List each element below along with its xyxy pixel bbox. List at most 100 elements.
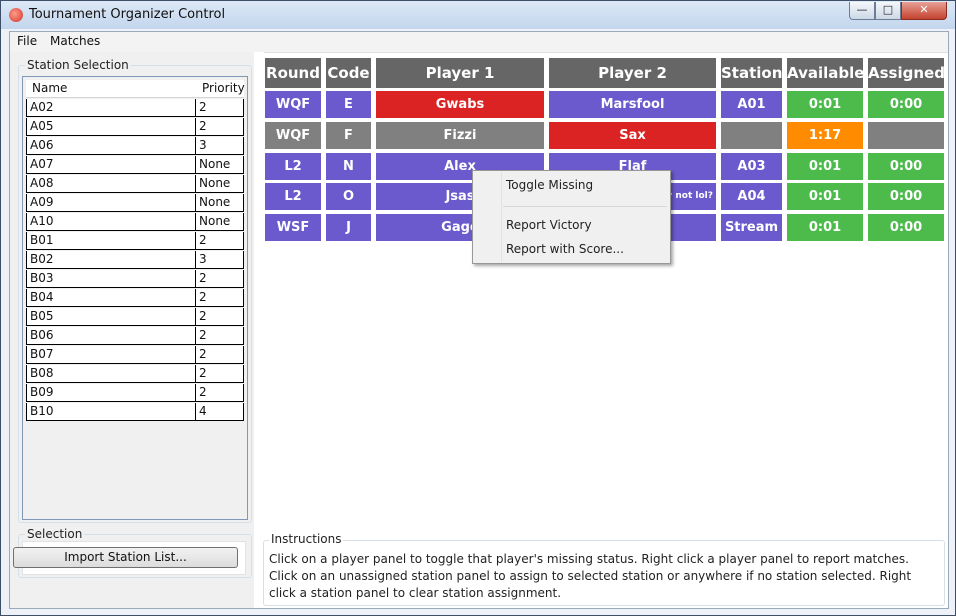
context-menu-separator (503, 206, 667, 207)
station-row[interactable]: B03 2 (26, 270, 244, 288)
player2-panel[interactable]: Marsfool (549, 91, 716, 118)
header-round: Round (265, 58, 321, 88)
station-priority-cell: 4 (196, 403, 244, 421)
station-priority-cell: 2 (196, 270, 244, 288)
assigned-cell: 0:00 (868, 214, 944, 241)
column-header-priority[interactable]: Priority (202, 81, 245, 95)
import-station-list-button[interactable]: Import Station List... (13, 547, 238, 568)
available-cell: 0:01 (787, 214, 863, 241)
menu-item-report-with-score[interactable]: Report with Score... (506, 242, 624, 256)
station-priority-cell: 2 (196, 308, 244, 326)
menu-item-toggle-missing[interactable]: Toggle Missing (506, 178, 593, 192)
column-header-name[interactable]: Name (32, 81, 67, 95)
station-panel[interactable]: A01 (721, 91, 782, 118)
station-name-cell: B03 (26, 270, 196, 288)
player2-panel[interactable]: Sax (549, 122, 716, 149)
station-selection-group: Station Selection Name Priority A02 2 A05 2… (18, 58, 252, 523)
header-player-1: Player 1 (376, 58, 544, 88)
title-bar[interactable]: Tournament Organizer Control — □ ✕ (1, 1, 955, 29)
available-cell: 0:01 (787, 153, 863, 180)
menu-item-report-victory[interactable]: Report Victory (506, 218, 592, 232)
station-priority-cell: 2 (196, 118, 244, 136)
code-cell: J (326, 214, 371, 241)
header-code: Code (326, 58, 371, 88)
station-selection-label: Station Selection (25, 58, 131, 72)
station-row[interactable]: B04 2 (26, 289, 244, 307)
station-row[interactable]: A08 None (26, 175, 244, 193)
station-row[interactable]: B09 2 (26, 384, 244, 402)
station-name-cell: A02 (26, 99, 196, 117)
available-cell: 0:01 (787, 91, 863, 118)
available-cell: 1:17 (787, 122, 863, 149)
app-window: Tournament Organizer Control — □ ✕ File … (0, 0, 956, 616)
code-cell: E (326, 91, 371, 118)
station-row[interactable]: B02 3 (26, 251, 244, 269)
left-pane: Station Selection Name Priority A02 2 A05 2… (10, 52, 254, 608)
station-name-cell: A05 (26, 118, 196, 136)
station-row[interactable]: B05 2 (26, 308, 244, 326)
station-row[interactable]: B01 2 (26, 232, 244, 250)
menu-file[interactable]: File (17, 34, 37, 48)
station-priority-cell: None (196, 156, 244, 174)
station-priority-cell: 2 (196, 99, 244, 117)
station-priority-cell: None (196, 213, 244, 231)
round-cell: WSF (265, 214, 321, 241)
station-row[interactable]: B06 2 (26, 327, 244, 345)
station-name-cell: B04 (26, 289, 196, 307)
station-row[interactable]: A06 3 (26, 137, 244, 155)
minimize-button[interactable]: — (849, 2, 875, 20)
station-row[interactable]: A10 None (26, 213, 244, 231)
station-name-cell: A08 (26, 175, 196, 193)
station-row[interactable]: B10 4 (26, 403, 244, 421)
station-panel[interactable]: A03 (721, 153, 782, 180)
assigned-cell (868, 122, 944, 149)
station-priority-cell: 3 (196, 251, 244, 269)
instructions-text: Click on a player panel to toggle that p… (269, 552, 912, 600)
assigned-cell: 0:00 (868, 153, 944, 180)
round-cell: WQF (265, 122, 321, 149)
station-priority-cell: 3 (196, 137, 244, 155)
player1-panel[interactable]: Gwabs (376, 91, 544, 118)
code-cell: N (326, 153, 371, 180)
station-name-cell: B02 (26, 251, 196, 269)
station-grid-header: Name Priority (26, 80, 245, 98)
code-cell: O (326, 183, 371, 210)
player1-panel[interactable]: Fizzi (376, 122, 544, 149)
station-name-cell: B10 (26, 403, 196, 421)
round-cell: L2 (265, 153, 321, 180)
context-menu: Toggle Missing Report Victory Report wit… (472, 170, 671, 264)
header-available: Available (787, 58, 864, 88)
header-station: Station (721, 58, 782, 88)
station-row[interactable]: B07 2 (26, 346, 244, 364)
station-priority-cell: None (196, 175, 244, 193)
station-name-cell: A09 (26, 194, 196, 212)
station-name-cell: A07 (26, 156, 196, 174)
window-title: Tournament Organizer Control (29, 7, 226, 22)
pane-divider (254, 52, 264, 608)
station-row[interactable]: A02 2 (26, 99, 244, 117)
station-row[interactable]: A05 2 (26, 118, 244, 136)
station-panel[interactable] (721, 122, 782, 149)
station-row[interactable]: A07 None (26, 156, 244, 174)
context-menu-gutter (501, 172, 502, 262)
menu-matches[interactable]: Matches (50, 34, 100, 48)
station-grid[interactable]: Name Priority A02 2 A05 2 A06 3 A07 None A08 None… (22, 76, 248, 520)
available-cell: 0:01 (787, 183, 863, 210)
header-player-2: Player 2 (549, 58, 716, 88)
code-cell: F (326, 122, 371, 149)
maximize-button[interactable]: □ (875, 2, 901, 20)
station-row[interactable]: B08 2 (26, 365, 244, 383)
close-button[interactable]: ✕ (901, 2, 947, 20)
station-name-cell: B01 (26, 232, 196, 250)
station-panel[interactable]: Stream (721, 214, 782, 241)
round-cell: L2 (265, 183, 321, 210)
station-name-cell: B06 (26, 327, 196, 345)
station-row[interactable]: A09 None (26, 194, 244, 212)
assigned-cell: 0:00 (868, 91, 944, 118)
station-priority-cell: 2 (196, 384, 244, 402)
instructions-label: Instructions (269, 532, 344, 546)
station-name-cell: A06 (26, 137, 196, 155)
station-panel[interactable]: A04 (721, 183, 782, 210)
app-icon (9, 8, 23, 22)
station-name-cell: B09 (26, 384, 196, 402)
